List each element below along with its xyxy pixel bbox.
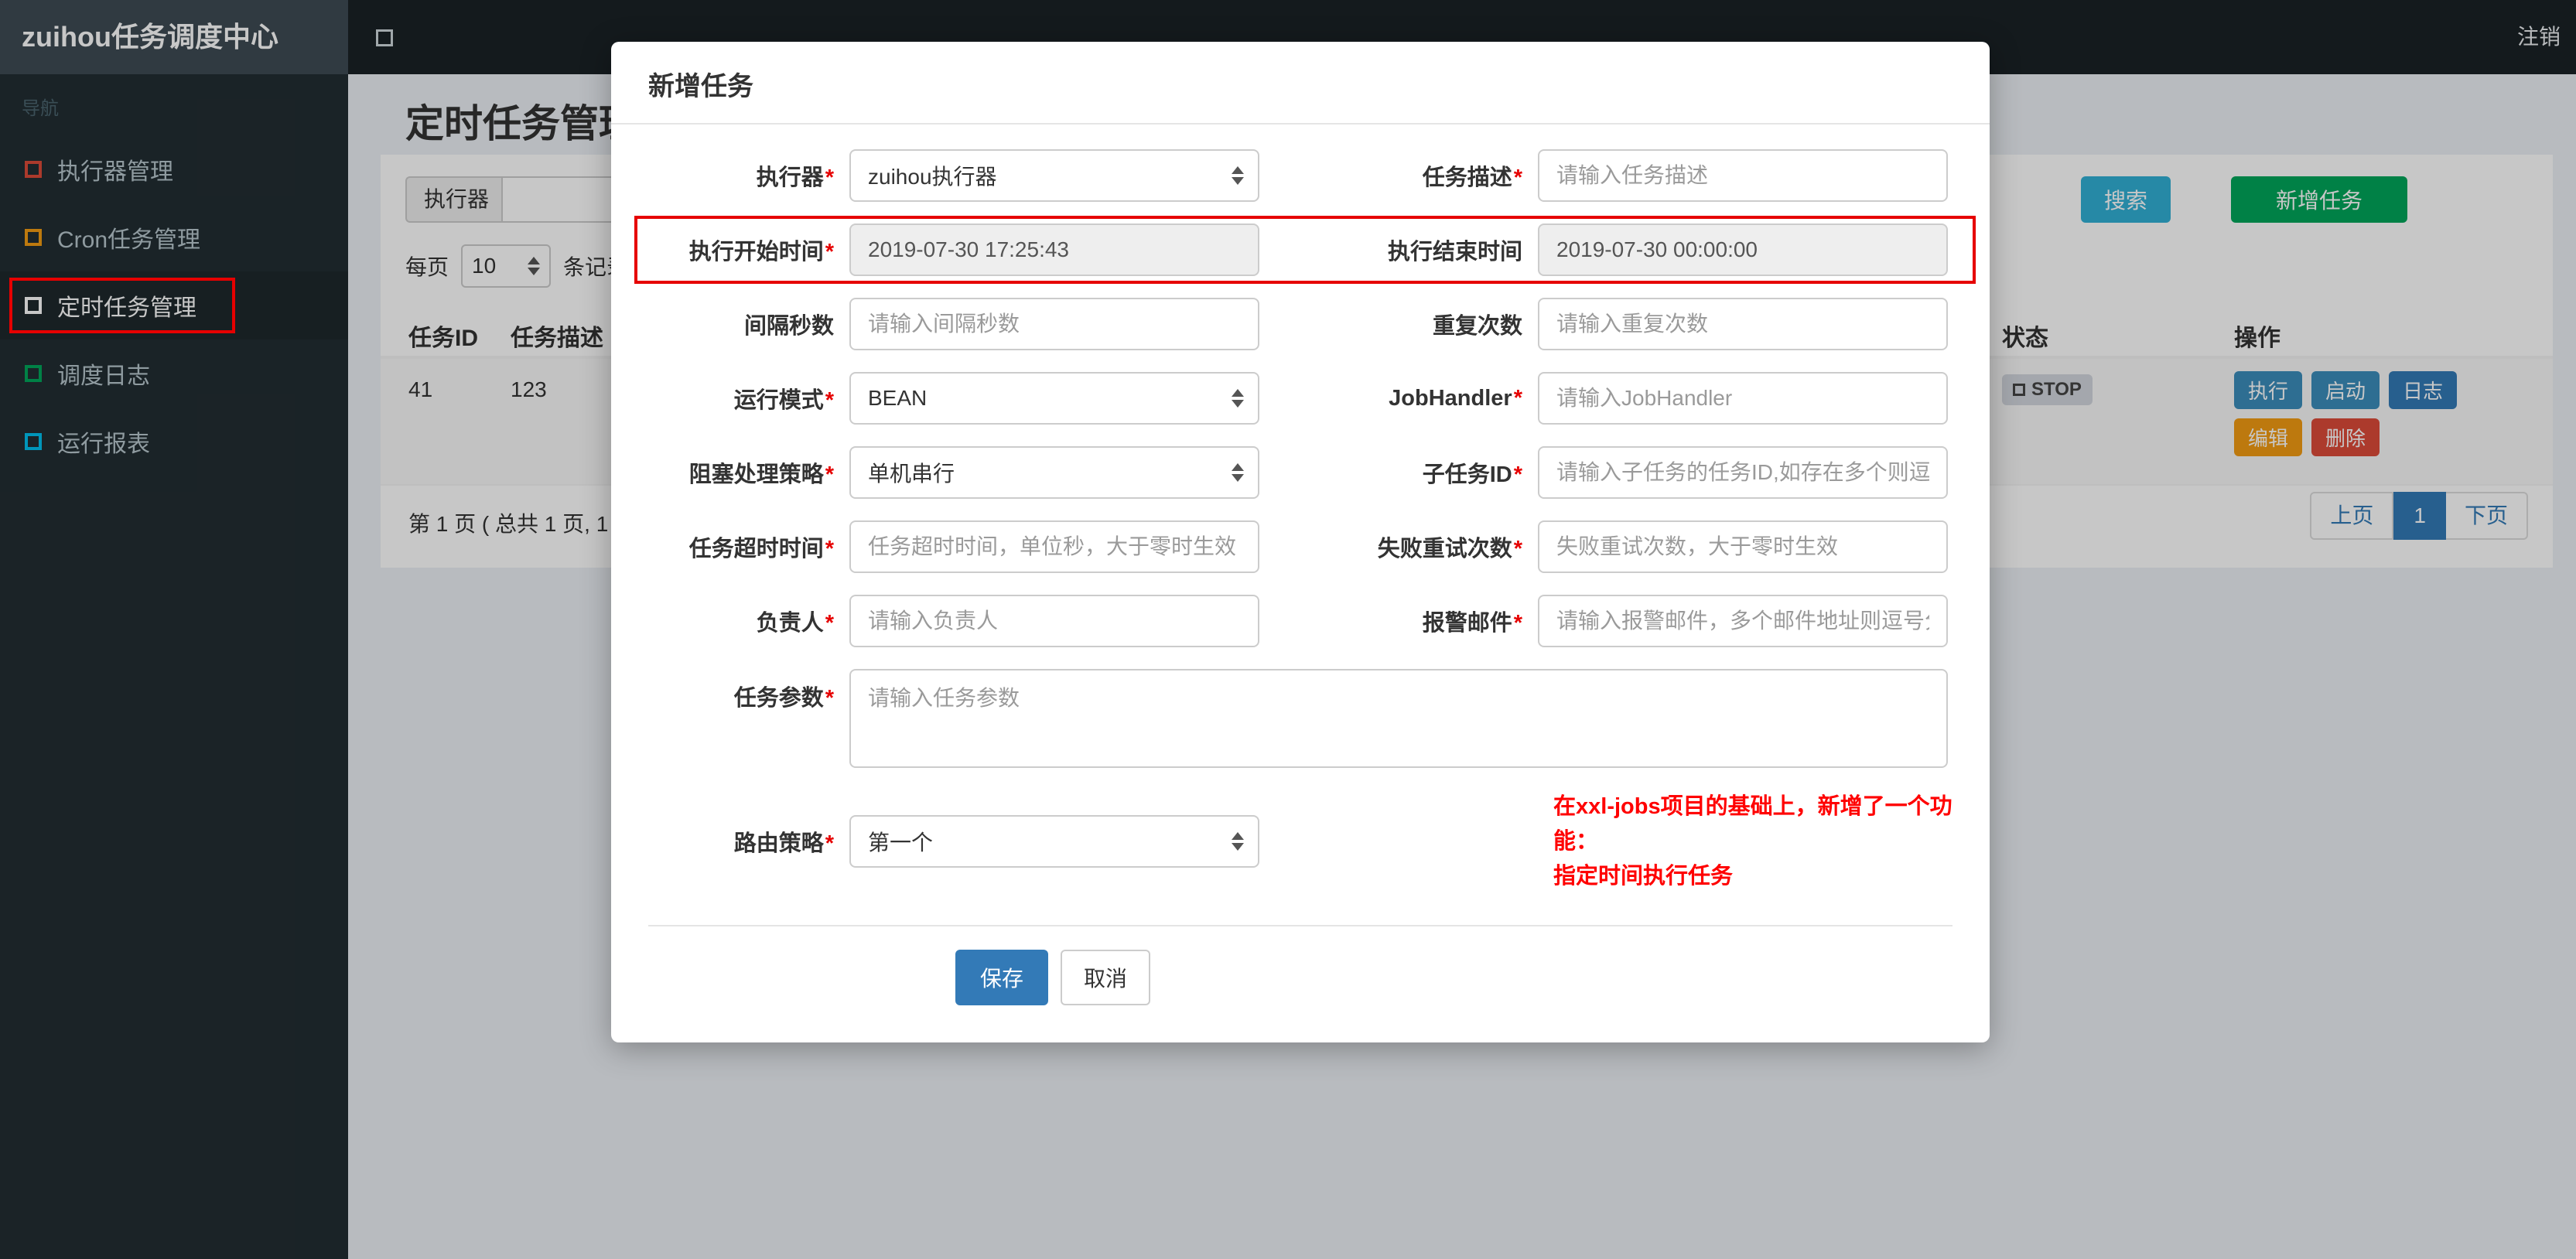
executor-label: 执行器 *: [756, 165, 834, 190]
modal-title: 新增任务: [648, 72, 753, 101]
modal-header: 新增任务: [611, 42, 1990, 125]
select-arrows-icon: [1232, 166, 1244, 185]
cancel-button[interactable]: 取消: [1061, 949, 1151, 1005]
end-time-label: 执行结束时间: [1387, 240, 1522, 264]
author-input[interactable]: [849, 595, 1259, 647]
fail-retry-label: 失败重试次数 *: [1377, 537, 1522, 561]
select-arrows-icon: [1232, 463, 1244, 482]
alarm-email-input[interactable]: [1538, 595, 1948, 647]
interval-label: 间隔秒数: [743, 314, 834, 339]
repeat-input[interactable]: [1538, 298, 1948, 350]
child-job-input[interactable]: [1538, 446, 1948, 499]
save-button[interactable]: 保存: [955, 949, 1048, 1005]
select-arrows-icon: [1232, 832, 1244, 851]
select-arrows-icon: [1232, 389, 1244, 408]
block-strategy-label: 阻塞处理策略 *: [688, 462, 834, 487]
job-desc-input[interactable]: [1538, 149, 1948, 202]
app-root: zuihou任务调度中心 注销 导航 执行器管理 Cron任务管理 定时任务管理…: [0, 0, 2576, 1259]
executor-select[interactable]: zuihou执行器: [849, 149, 1259, 202]
interval-input[interactable]: [849, 298, 1259, 350]
add-job-modal: 新增任务 执行器* zuihou执行器 任务描述* 执行开始时间* 执行结束时间: [611, 42, 1990, 1042]
modal-footer: 保存 取消: [364, 926, 1742, 1042]
modal-body: 执行器* zuihou执行器 任务描述* 执行开始时间* 执行结束时间 间隔秒数: [611, 125, 1990, 926]
fail-retry-input[interactable]: [1538, 520, 1948, 573]
route-strategy-select[interactable]: 第一个: [849, 815, 1259, 868]
author-label: 负责人 *: [756, 611, 834, 636]
start-time-input[interactable]: [849, 223, 1259, 276]
job-handler-label: JobHandler *: [1389, 385, 1522, 411]
glue-type-select[interactable]: BEAN: [849, 372, 1259, 425]
block-strategy-select[interactable]: 单机串行: [849, 446, 1259, 499]
job-param-label: 任务参数 *: [733, 686, 834, 711]
child-job-label: 子任务ID *: [1422, 462, 1522, 487]
start-time-label: 执行开始时间 *: [688, 240, 834, 264]
route-strategy-label: 路由策略 *: [733, 831, 834, 857]
timeout-label: 任务超时时间 *: [688, 537, 834, 561]
job-handler-input[interactable]: [1538, 372, 1948, 425]
repeat-label: 重复次数: [1432, 314, 1522, 339]
feature-note: 在xxl-jobs项目的基础上，新增了一个功能： 指定时间执行任务: [1553, 794, 1952, 889]
job-param-textarea[interactable]: [849, 669, 1948, 768]
job-desc-label: 任务描述 *: [1422, 165, 1522, 190]
end-time-input[interactable]: [1538, 223, 1948, 276]
glue-type-label: 运行模式 *: [733, 388, 834, 413]
alarm-email-label: 报警邮件 *: [1422, 611, 1522, 636]
timeout-input[interactable]: [849, 520, 1259, 573]
